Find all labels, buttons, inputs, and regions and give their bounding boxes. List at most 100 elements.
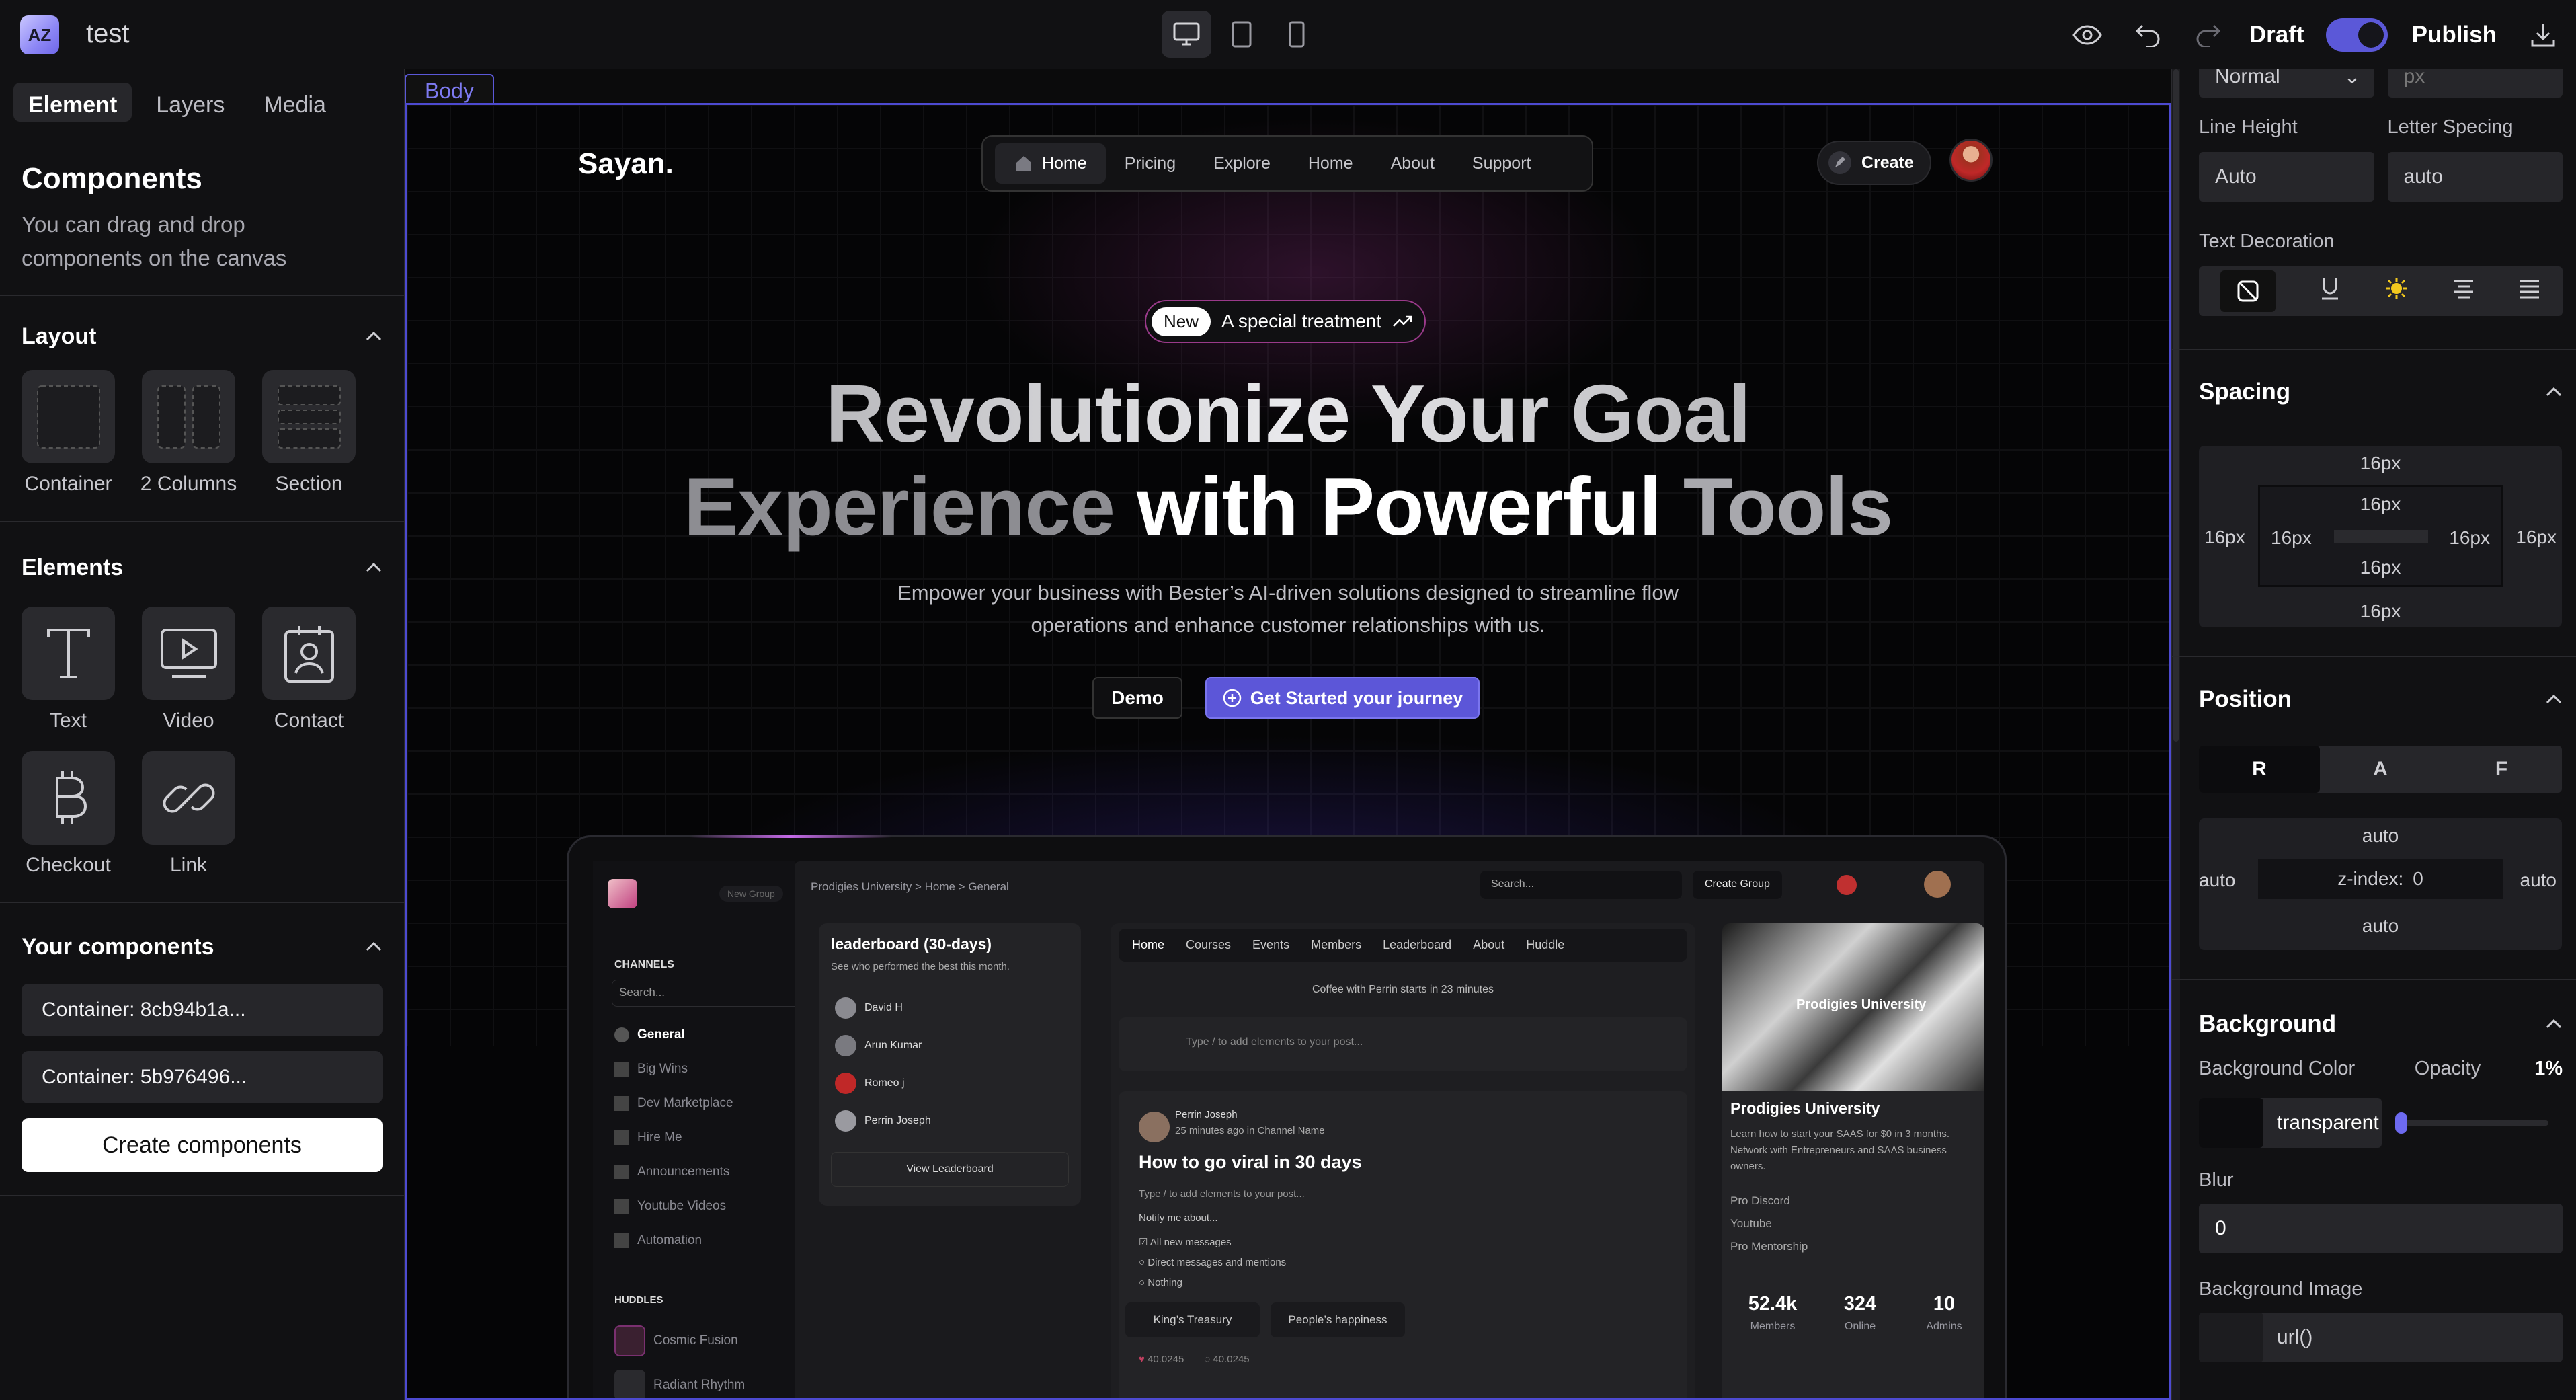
mobile-view-button[interactable]	[1272, 11, 1322, 58]
preview-button[interactable]	[2068, 15, 2107, 54]
bg-color-label: Background Color	[2199, 1058, 2356, 1079]
contact-icon	[284, 625, 334, 683]
link-tile[interactable]	[142, 751, 235, 845]
tablet-view-button[interactable]	[1217, 11, 1266, 58]
nav-home-2[interactable]: Home	[1289, 143, 1372, 184]
get-started-button[interactable]: Get Started your journey	[1205, 677, 1480, 719]
body-tag[interactable]: Body	[405, 74, 494, 106]
line-height-input[interactable]: Auto	[2199, 152, 2374, 202]
site-create-button[interactable]: Create	[1817, 141, 1931, 185]
download-icon	[2531, 24, 2555, 46]
tab-layers[interactable]: Layers	[141, 83, 239, 122]
padding-left[interactable]: 16px	[2271, 527, 2312, 549]
padding-bottom[interactable]: 16px	[2260, 557, 2501, 578]
padding-top[interactable]: 16px	[2260, 494, 2501, 515]
font-style-select[interactable]: Normal ⌄	[2199, 69, 2374, 98]
bg-image-input[interactable]: url()	[2199, 1313, 2563, 1362]
section-tile[interactable]	[262, 370, 356, 463]
bg-color-picker[interactable]: transparent	[2199, 1098, 2382, 1148]
align-justify-button[interactable]	[2518, 278, 2541, 304]
letter-spacing-input[interactable]: auto	[2387, 152, 2563, 202]
position-fixed[interactable]: F	[2441, 746, 2562, 793]
tile-label: Video	[163, 709, 214, 732]
nav-home[interactable]: Home	[995, 143, 1106, 184]
nav-support[interactable]: Support	[1453, 143, 1550, 184]
element-contact[interactable]: Contact	[262, 607, 356, 732]
undo-button[interactable]	[2128, 15, 2167, 54]
offset-right[interactable]: auto	[2520, 869, 2557, 891]
position-relative[interactable]: R	[2199, 746, 2320, 793]
font-unit-field[interactable]: px	[2387, 69, 2563, 98]
mock-channel-label: Big Wins	[637, 1061, 688, 1076]
announcement-badge[interactable]: New A special treatment	[1145, 300, 1426, 343]
redo-button[interactable]	[2189, 15, 2228, 54]
site-brand[interactable]: Sayan.	[578, 147, 674, 181]
mock-university-link: Pro Mentorship	[1730, 1240, 1808, 1253]
margin-left[interactable]: 16px	[2204, 527, 2245, 548]
elements-header[interactable]: Elements	[22, 522, 383, 607]
position-absolute[interactable]: A	[2320, 746, 2441, 793]
right-scrollbar[interactable]	[2172, 69, 2180, 1400]
nav-pricing[interactable]: Pricing	[1106, 143, 1195, 184]
blur-input[interactable]: 0	[2199, 1204, 2563, 1253]
tab-element[interactable]: Element	[13, 83, 132, 122]
background-header[interactable]: Background	[2199, 1011, 2563, 1038]
image-swatch[interactable]	[2199, 1313, 2263, 1362]
highlight-button[interactable]	[2384, 276, 2409, 306]
mock-likes-count: 40.0245	[1148, 1354, 1184, 1365]
layout-container[interactable]: Container	[22, 370, 115, 496]
offset-top[interactable]: auto	[2199, 825, 2562, 847]
opacity-slider-thumb[interactable]	[2395, 1112, 2407, 1134]
align-center-button[interactable]	[2452, 278, 2475, 304]
bg-color-row: transparent	[2199, 1098, 2563, 1148]
spacing-header[interactable]: Spacing	[2199, 379, 2563, 405]
margin-right[interactable]: 16px	[2515, 527, 2557, 548]
chevron-up-icon	[366, 941, 382, 951]
font-style-value: Normal	[2215, 69, 2280, 87]
layout-section-tile[interactable]: Section	[262, 370, 356, 496]
margin-bottom[interactable]: 16px	[2199, 600, 2562, 622]
video-tile[interactable]	[142, 607, 235, 700]
desktop-view-button[interactable]	[1162, 11, 1211, 58]
user-avatar[interactable]	[1949, 139, 1993, 182]
text-tile[interactable]	[22, 607, 115, 700]
demo-button[interactable]: Demo	[1092, 677, 1182, 719]
download-button[interactable]	[2524, 15, 2563, 54]
nav-about[interactable]: About	[1372, 143, 1453, 184]
two-columns-tile[interactable]	[142, 370, 235, 463]
text-decoration-label: Text Decoration	[2199, 231, 2335, 252]
element-text[interactable]: Text	[22, 607, 115, 732]
draft-publish-toggle[interactable]	[2325, 17, 2388, 52]
nav-explore[interactable]: Explore	[1195, 143, 1289, 184]
underline-button[interactable]	[2319, 276, 2341, 306]
your-components-header[interactable]: Your components	[22, 903, 383, 984]
color-swatch[interactable]	[2199, 1098, 2263, 1148]
offset-left[interactable]: auto	[2199, 869, 2236, 891]
container-tile[interactable]	[22, 370, 115, 463]
layout-2-columns[interactable]: 2 Columns	[140, 370, 237, 496]
eye-icon	[2072, 24, 2102, 45]
checkout-tile[interactable]	[22, 751, 115, 845]
no-decoration-button[interactable]	[2220, 270, 2276, 312]
body-frame[interactable]: Sayan. Home Pricing Explore Home About S…	[405, 103, 2171, 1400]
element-link[interactable]: Link	[142, 751, 235, 877]
publish-label[interactable]: Publish	[2412, 22, 2497, 48]
layout-header[interactable]: Layout	[22, 296, 383, 370]
zindex-field[interactable]: z-index: 0	[2258, 859, 2503, 899]
element-video[interactable]: Video	[142, 607, 235, 732]
contact-tile[interactable]	[262, 607, 356, 700]
project-name[interactable]: test	[86, 19, 129, 49]
tab-media[interactable]: Media	[249, 83, 341, 122]
canvas[interactable]: Body Sayan. Home Pricing Explore Home Ab…	[405, 69, 2171, 1400]
position-header[interactable]: Position	[2199, 686, 2563, 713]
opacity-slider[interactable]	[2395, 1112, 2548, 1134]
element-checkout[interactable]: Checkout	[22, 751, 115, 877]
padding-right[interactable]: 16px	[2449, 527, 2490, 549]
mock-university-banner: Prodigies University	[1722, 923, 1984, 1091]
saved-component-item[interactable]: Container: 8cb94b1a...	[22, 984, 383, 1036]
margin-top[interactable]: 16px	[2199, 453, 2562, 474]
create-components-button[interactable]: Create components	[22, 1118, 383, 1172]
app-logo[interactable]: AZ	[20, 15, 59, 54]
saved-component-item[interactable]: Container: 5b976496...	[22, 1051, 383, 1103]
offset-bottom[interactable]: auto	[2199, 915, 2562, 937]
